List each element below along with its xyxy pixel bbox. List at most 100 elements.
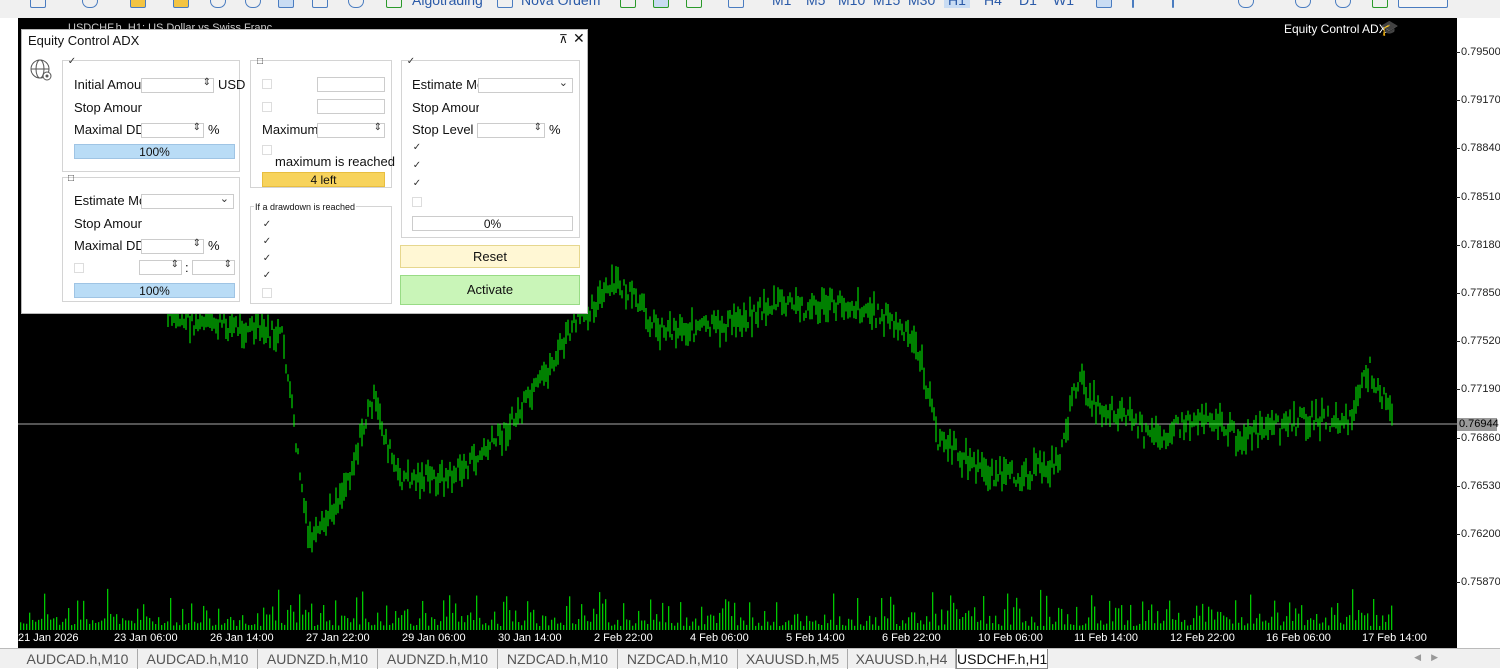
tab-scroll-arrows[interactable]: ◀▶ [1414, 652, 1448, 663]
cursor-icon[interactable] [1096, 0, 1112, 8]
volume-bar [890, 596, 892, 630]
new-chart-icon[interactable] [30, 0, 46, 8]
candlestick-icon[interactable] [653, 0, 669, 8]
navigator-icon[interactable] [173, 0, 189, 8]
option-checkbox[interactable]: ✓ [412, 179, 422, 189]
spinner-icon[interactable]: ⇕ [534, 122, 542, 133]
value-input[interactable] [317, 99, 385, 114]
chart-tab[interactable]: NZDCAD.h,M10 [618, 649, 738, 669]
action-checkbox[interactable]: ✓ [262, 271, 272, 281]
group-checkbox[interactable]: □ [66, 174, 76, 184]
add-indicator-icon[interactable] [348, 0, 364, 8]
action-checkbox[interactable]: ✓ [262, 220, 272, 230]
action-checkbox[interactable]: ✓ [262, 254, 272, 264]
horizontal-line-icon[interactable] [1172, 0, 1174, 8]
group-checkbox[interactable]: □ [255, 57, 265, 67]
option-checkbox[interactable]: ✓ [412, 143, 422, 153]
maximal-dd-label: Maximal DD [74, 238, 142, 253]
activate-button[interactable]: Activate [400, 275, 580, 305]
database-icon[interactable] [82, 0, 98, 8]
action-checkbox[interactable]: ✓ [262, 237, 272, 247]
maximal-dd-input[interactable]: ⇕ [141, 238, 204, 254]
line-chart-icon[interactable] [686, 0, 702, 8]
close-icon[interactable]: ✕ [573, 30, 585, 47]
volume-bar [800, 621, 802, 630]
spinner-icon[interactable]: ⇕ [374, 122, 382, 133]
new-order-button[interactable]: Nova Ordem [521, 0, 600, 8]
zoom-in-icon[interactable] [210, 0, 226, 8]
time-checkbox[interactable] [74, 263, 84, 273]
tf-d1[interactable]: D1 [1019, 0, 1037, 8]
template-icon[interactable] [728, 0, 744, 8]
tf-m15[interactable]: M15 [873, 0, 900, 8]
action-checkbox[interactable] [262, 288, 272, 298]
algotrading-icon[interactable] [386, 0, 402, 8]
volume-bar [1130, 604, 1132, 630]
chevron-down-icon[interactable]: ⌄ [220, 192, 229, 205]
spinner-icon[interactable]: ⇕ [203, 77, 211, 88]
maximum-input[interactable]: ⇕ [317, 122, 385, 138]
chart-tab[interactable]: USDCHF.h,H1 [956, 649, 1048, 669]
account-icon[interactable] [1335, 0, 1351, 8]
tf-h1[interactable]: H1 [944, 0, 970, 8]
spinner-icon[interactable]: ⇕ [171, 259, 179, 270]
maximal-dd-input[interactable]: ⇕ [141, 122, 204, 138]
algotrading-button[interactable]: Algotrading [412, 0, 483, 8]
stop-level-input[interactable]: ⇕ [477, 122, 545, 138]
tf-m1[interactable]: M1 [772, 0, 791, 8]
tf-w1[interactable]: W1 [1053, 0, 1074, 8]
settings-globe-icon[interactable] [29, 58, 55, 84]
chart-tab[interactable]: AUDNZD.h,M10 [378, 649, 498, 669]
new-order-icon[interactable] [497, 0, 513, 8]
tf-m10[interactable]: M10 [838, 0, 865, 8]
estimate-dropdown[interactable]: ⌄ [478, 76, 573, 93]
search-icon[interactable] [1295, 0, 1311, 8]
chart-tab[interactable]: AUDCAD.h,M10 [138, 649, 258, 669]
spinner-icon[interactable]: ⇕ [224, 259, 232, 270]
option-checkbox[interactable]: ✓ [412, 161, 422, 171]
chart-tab[interactable]: XAUUSD.h,M5 [738, 649, 848, 669]
option-checkbox[interactable] [262, 102, 272, 112]
panel-header[interactable]: Equity Control ADX ⊼ ✕ [22, 30, 587, 50]
group-checkbox[interactable]: ✓ [406, 57, 416, 67]
volume-bar [593, 608, 595, 630]
volume-bar [95, 622, 97, 630]
volume-bar [230, 616, 232, 630]
chart-tab[interactable]: XAUUSD.h,H4 [848, 649, 956, 669]
volume-bar [944, 624, 946, 630]
volume-bar [521, 625, 523, 630]
option-checkbox[interactable] [262, 79, 272, 89]
hour-input[interactable]: ⇕ [139, 259, 182, 275]
volume-bar [1142, 601, 1144, 630]
chart-tab[interactable]: AUDNZD.h,M10 [258, 649, 378, 669]
chart-tab[interactable]: NZDCAD.h,M10 [498, 649, 618, 669]
bar-chart-icon[interactable] [620, 0, 636, 8]
chart-tab[interactable]: AUDCAD.h,M10 [18, 649, 138, 669]
trendline-icon[interactable] [1238, 0, 1254, 8]
reset-button[interactable]: Reset [400, 245, 580, 268]
tf-m5[interactable]: M5 [806, 0, 825, 8]
spinner-icon[interactable]: ⇕ [193, 122, 201, 133]
estimate-dropdown[interactable]: ⌄ [141, 192, 234, 209]
period-separator-icon[interactable] [312, 0, 328, 8]
volume-bar [512, 621, 514, 630]
volume-bar [998, 624, 1000, 630]
tf-h4[interactable]: H4 [984, 0, 1002, 8]
vertical-line-icon[interactable] [1132, 0, 1134, 8]
tf-m30[interactable]: M30 [908, 0, 935, 8]
volume-bar [188, 623, 190, 630]
volume-bar [296, 622, 298, 630]
spinner-icon[interactable]: ⇕ [193, 238, 201, 249]
folder-icon[interactable] [130, 0, 146, 8]
minimize-icon[interactable]: ⊼ [559, 32, 568, 46]
value-input[interactable] [317, 77, 385, 92]
minute-input[interactable]: ⇕ [192, 259, 235, 275]
option-checkbox[interactable] [412, 197, 422, 207]
chevron-down-icon[interactable]: ⌄ [559, 76, 568, 89]
initial-amount-input[interactable]: ⇕ [141, 77, 214, 93]
max-reached-checkbox[interactable] [262, 145, 272, 155]
crosshair-icon[interactable] [278, 0, 294, 8]
group-checkbox[interactable]: ✓ [67, 57, 77, 67]
zoom-out-icon[interactable] [245, 0, 261, 8]
volume-bar [551, 619, 553, 630]
